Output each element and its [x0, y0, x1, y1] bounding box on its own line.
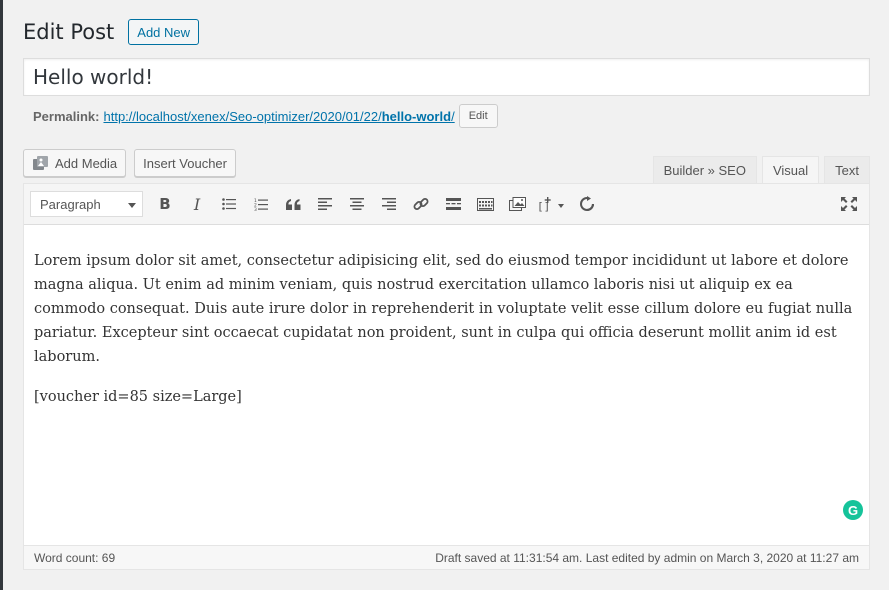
shortcode-icon: [] [537, 197, 564, 212]
admin-sidebar-edge [0, 0, 3, 590]
bold-button[interactable]: B [149, 189, 181, 219]
shortcode-button[interactable]: [] [533, 189, 571, 219]
permalink-slug: hello-world [381, 108, 452, 124]
editor-statusbar: Word count: 69 Draft saved at 11:31:54 a… [24, 545, 869, 569]
align-right-button[interactable] [373, 189, 405, 219]
editor-tabs: Builder » SEO Visual Text [648, 156, 870, 184]
link-icon [413, 198, 429, 210]
fullscreen-button[interactable] [837, 192, 861, 216]
permalink-row: Permalink: http://localhost/xenex/Seo-op… [33, 103, 498, 129]
bullet-list-button[interactable] [213, 189, 245, 219]
italic-icon: I [193, 194, 201, 214]
content-paragraph: Lorem ipsum dolor sit amet, consectetur … [34, 253, 853, 365]
format-select-value: Paragraph [40, 196, 101, 212]
numbered-list-button[interactable]: 123 [245, 189, 277, 219]
blockquote-icon [285, 198, 300, 210]
permalink-prefix: http://localhost/xenex/Seo-optimizer/202… [103, 108, 382, 124]
add-media-label: Add Media [55, 155, 118, 171]
blockquote-button[interactable] [277, 189, 309, 219]
read-more-button[interactable] [437, 189, 469, 219]
add-new-button[interactable]: Add New [128, 19, 200, 45]
add-media-button[interactable]: Add Media [23, 149, 127, 177]
permalink-suffix: / [451, 108, 455, 124]
align-right-icon [382, 198, 396, 210]
toolbar-toggle-button[interactable] [469, 189, 501, 219]
svg-text:3: 3 [254, 207, 257, 211]
grammarly-icon[interactable]: G [843, 500, 863, 520]
editor-container: Paragraph B I 123 [] Lorem ipsum dolor s… [23, 183, 870, 570]
media-buttons: Add Media Insert Voucher [23, 149, 236, 177]
media-gallery-button[interactable] [501, 189, 533, 219]
tab-visual[interactable]: Visual [761, 156, 820, 184]
autosave-status: Draft saved at 11:31:54 am. Last edited … [435, 550, 859, 565]
refresh-icon [580, 196, 594, 211]
format-select[interactable]: Paragraph [30, 191, 143, 217]
tab-text[interactable]: Text [824, 156, 870, 184]
bold-icon: B [159, 195, 171, 213]
post-title-input[interactable]: Hello world! [23, 58, 870, 96]
page-header: Edit Post Add New [23, 17, 200, 47]
page-title: Edit Post [23, 20, 115, 44]
align-left-button[interactable] [309, 189, 341, 219]
align-center-icon [350, 198, 364, 210]
italic-button[interactable]: I [181, 189, 213, 219]
media-gallery-icon [508, 197, 526, 211]
numbered-list-icon: 123 [254, 198, 268, 211]
permalink-label: Permalink: [33, 108, 100, 124]
align-left-icon [318, 198, 332, 210]
editor-content[interactable]: Lorem ipsum dolor sit amet, consectetur … [24, 225, 869, 409]
edit-permalink-button[interactable]: Edit [458, 104, 498, 128]
link-button[interactable] [405, 189, 437, 219]
align-center-button[interactable] [341, 189, 373, 219]
fullscreen-icon [841, 197, 857, 211]
bullet-list-icon [222, 198, 236, 210]
editor-toolbar: Paragraph B I 123 [] [24, 184, 869, 225]
chevron-down-icon [128, 197, 136, 212]
refresh-button[interactable] [571, 189, 603, 219]
permalink-link[interactable]: http://localhost/xenex/Seo-optimizer/202… [103, 109, 454, 124]
word-count: Word count: 69 [34, 550, 116, 565]
insert-voucher-button[interactable]: Insert Voucher [134, 149, 236, 177]
read-more-icon [445, 198, 461, 210]
post-title-text: Hello world! [33, 65, 154, 89]
tab-builder-seo[interactable]: Builder » SEO [652, 156, 757, 184]
voucher-shortcode: [voucher id=85 size=Large] [34, 389, 242, 405]
add-media-icon [32, 155, 50, 171]
toolbar-toggle-icon [476, 197, 494, 211]
